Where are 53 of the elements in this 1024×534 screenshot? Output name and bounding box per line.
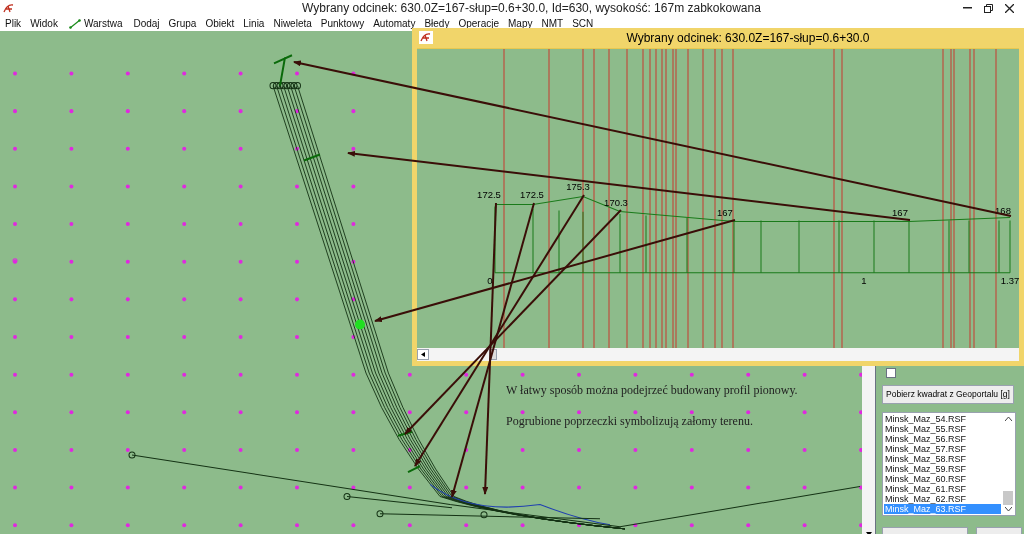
checkbox[interactable] [886,368,896,378]
vertical-scrollbar[interactable] [862,365,876,534]
file-list-item[interactable]: Minsk_Maz_59.RSF [884,464,1001,474]
point-marker [12,258,18,264]
menu-item[interactable]: Grupa [168,16,197,31]
app-icon [419,31,433,44]
menu-item[interactable]: Dodaj [133,16,160,31]
file-list-item[interactable]: Minsk_Maz_54.RSF [884,414,1001,424]
file-list-item[interactable]: Minsk_Maz_55.RSF [884,424,1001,434]
scroll-thumb[interactable] [489,349,497,360]
distance-label: 0 [487,274,493,286]
elevation-label: 172.5 [477,189,501,201]
menu-item[interactable]: Mapy [508,16,533,31]
elevation-label: 172.5 [520,189,544,201]
line-tool-icon [68,18,81,29]
file-list-item[interactable]: Minsk_Maz_57.RSF [884,444,1001,454]
menu-item[interactable]: Plik [5,16,22,31]
elevation-label: 167 [892,206,908,218]
scroll-left-icon[interactable] [417,349,429,360]
menu-item[interactable]: NMT [541,16,564,31]
file-list-item[interactable]: Minsk_Maz_56.RSF [884,434,1001,444]
scroll-up-icon[interactable] [1004,417,1012,421]
menu-item[interactable]: Automaty [373,16,416,31]
elevation-label: 170.3 [604,196,628,208]
window-title: Wybrany odcinek: 630.0Z=167-słup=0.6+30.0, Id=630, wysokość: 167m zabkokowana [302,0,761,17]
app-icon [2,2,16,14]
scroll-down-icon[interactable] [1004,507,1012,511]
menu-item[interactable]: Operacje [458,16,499,31]
distance-label: 1.37 [1000,274,1019,286]
menu-item[interactable]: Punktowy [320,16,365,31]
elevation-label: 167 [717,206,733,218]
close-icon[interactable] [1005,3,1014,13]
file-list-item[interactable]: Minsk_Maz_61.RSF [884,484,1001,494]
file-list-item[interactable]: Minsk_Maz_62.RSF [884,494,1001,504]
horizontal-scrollbar[interactable] [417,348,1019,361]
annotation-text: Pogrubione poprzeczki symbolizują załomy terenu. [506,413,754,430]
elevation-label: 175.3 [566,181,590,193]
menu-item[interactable]: Linia [243,16,265,31]
profile-window-title: Wybrany odcinek: 630.0Z=167-słup=0.6+30.0 [625,30,870,47]
menu-item[interactable]: Widok [30,16,58,31]
minimize-icon[interactable] [963,7,972,9]
restore-icon[interactable] [984,3,993,13]
menu-item[interactable]: Obiekt [205,16,235,31]
menu-item[interactable]: Niweleta [273,16,312,31]
geoportal-button[interactable]: Pobierz kwadrat z Geoportalu [g] [882,385,1014,404]
file-list-item[interactable]: Minsk_Maz_58.RSF [884,454,1001,464]
menu-item[interactable]: SCN [572,16,594,31]
scroll-thumb[interactable] [1003,491,1013,505]
file-list-item[interactable]: Minsk_Maz_60.RSF [884,474,1001,484]
annotation-text: W łatwy sposób można podejrzeć budowany profil pionowy. [506,382,798,399]
distance-label: 1 [861,274,867,286]
menu-item[interactable]: Warstwa [68,16,123,31]
menu-item[interactable]: Błedy [424,16,450,31]
